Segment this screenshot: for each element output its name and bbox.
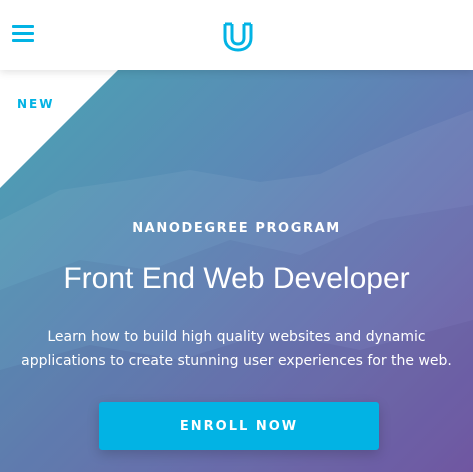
program-description: Learn how to build high quality websites… [21,329,452,369]
page-title: Front End Web Developer [63,262,410,295]
udacity-logo-icon[interactable] [222,20,254,52]
program-type-label: NANODEGREE PROGRAM [132,221,341,236]
hamburger-menu-icon[interactable] [12,25,34,43]
enroll-now-button[interactable]: ENROLL NOW [99,402,379,450]
new-badge-label: NEW [17,97,55,111]
new-ribbon [0,70,118,188]
top-navigation-bar [0,0,473,70]
hero-banner: NEW NANODEGREE PROGRAM Front End Web Dev… [0,70,473,472]
